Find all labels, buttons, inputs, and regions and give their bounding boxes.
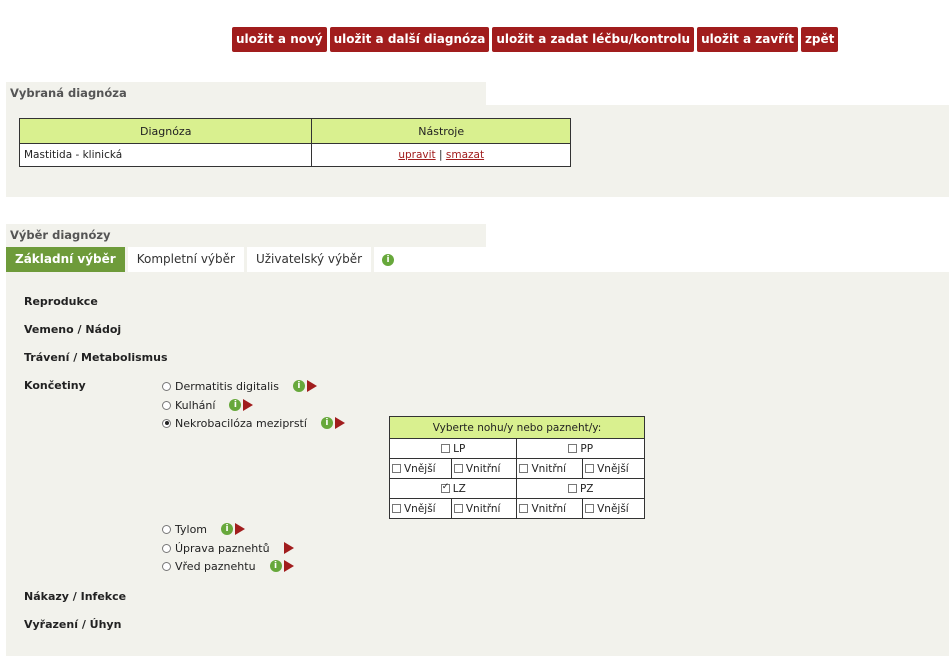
tab-bar: Základní výběr Kompletní výběr Uživatels… (6, 247, 403, 272)
claw-label: Vnější (404, 462, 436, 475)
leg-label: PP (580, 442, 594, 455)
option-uprava-paznehtu[interactable]: Úprava paznehtů (162, 540, 294, 556)
radio-button[interactable] (162, 381, 171, 391)
option-label: Úprava paznehtů (175, 541, 270, 555)
option-label: Kulhání (175, 398, 216, 412)
tab-info[interactable]: i (371, 247, 403, 272)
info-icon[interactable]: i (221, 523, 234, 535)
expand-arrow-icon[interactable] (283, 542, 294, 554)
checkbox[interactable] (585, 464, 595, 473)
expand-arrow-icon[interactable] (235, 523, 246, 535)
option-dermatitis-digitalis[interactable]: Dermatitis digitalis i (162, 378, 317, 394)
info-icon[interactable]: i (229, 399, 242, 411)
claw-pz-vnitrni[interactable]: Vnitřní (516, 498, 584, 519)
radio-button-selected[interactable] (162, 418, 171, 428)
expand-arrow-icon[interactable] (306, 380, 317, 392)
checkbox[interactable] (567, 484, 577, 493)
option-label: Nekrobacilóza meziprstí (175, 416, 307, 430)
info-icon[interactable]: i (292, 380, 305, 392)
info-icon[interactable]: i (320, 417, 333, 429)
tools-cell: upravit | smazat (311, 143, 571, 167)
leg-lz[interactable]: LZ (388, 478, 518, 499)
category-vyrazeni[interactable]: Vyřazení / Úhyn (24, 618, 121, 631)
option-nekrobaciloza[interactable]: Nekrobacilóza meziprstí i (162, 415, 345, 431)
checkbox[interactable] (392, 504, 401, 513)
selected-diagnosis-header: Vybraná diagnóza (6, 82, 486, 105)
claw-label: Vnitřní (465, 502, 501, 515)
claw-label: Vnitřní (465, 462, 501, 475)
tab-user[interactable]: Uživatelský výběr (243, 247, 372, 272)
toolbar: uložit a nový uložit a další diagnóza ul… (232, 27, 839, 52)
checkbox[interactable] (453, 464, 463, 473)
save-treatment-button[interactable]: uložit a zadat léčbu/kontrolu (492, 27, 695, 52)
leg-pp[interactable]: PP (516, 438, 645, 459)
claw-lz-vnejsi[interactable]: Vnější (389, 498, 452, 519)
option-label: Dermatitis digitalis (175, 379, 279, 393)
radio-button[interactable] (162, 400, 171, 410)
claw-pp-vnitrni[interactable]: Vnitřní (516, 458, 584, 479)
claw-lp-vnejsi[interactable]: Vnější (389, 458, 452, 479)
claw-pz-vnejsi[interactable]: Vnější (582, 498, 645, 519)
leg-pz[interactable]: PZ (516, 478, 645, 499)
back-button[interactable]: zpět (800, 27, 839, 52)
claw-pp-vnejsi[interactable]: Vnější (582, 458, 645, 479)
radio-button[interactable] (162, 543, 171, 553)
option-label: Vřed paznehtu (175, 559, 256, 573)
option-vred-paznehtu[interactable]: Vřed paznehtu i (162, 558, 294, 574)
leg-label: LZ (452, 482, 466, 495)
claw-label: Vnější (597, 462, 629, 475)
category-reprodukce[interactable]: Reprodukce (24, 295, 98, 308)
leg-label: PZ (579, 482, 594, 495)
checkbox[interactable] (519, 504, 529, 513)
tab-basic[interactable]: Základní výběr (6, 247, 125, 272)
expand-arrow-icon[interactable] (283, 560, 294, 572)
delete-link[interactable]: smazat (446, 149, 484, 161)
col-diagnosis: Diagnóza (18, 118, 313, 144)
claw-lp-vnitrni[interactable]: Vnitřní (450, 458, 518, 479)
legs-title: Vyberte nohu/y nebo pazneht/y: (389, 416, 645, 439)
separator: | (439, 149, 443, 161)
col-tools: Nástroje (311, 118, 571, 144)
claw-label: Vnější (404, 502, 436, 515)
leg-lp[interactable]: LP (388, 438, 518, 459)
option-tylom[interactable]: Tylom i (162, 521, 246, 537)
checkbox-checked[interactable] (440, 482, 450, 493)
option-label: Tylom (175, 522, 208, 536)
legs-selection-table: Vyberte nohu/y nebo pazneht/y: LP PP Vně… (388, 416, 645, 519)
checkbox[interactable] (519, 464, 529, 473)
save-next-diagnosis-button[interactable]: uložit a další diagnóza (329, 27, 490, 52)
checkbox[interactable] (441, 444, 451, 453)
radio-button[interactable] (162, 561, 171, 571)
category-vemeno[interactable]: Vemeno / Nádoj (24, 323, 121, 336)
radio-button[interactable] (162, 524, 171, 534)
tab-complete[interactable]: Kompletní výběr (124, 247, 244, 272)
save-close-button[interactable]: uložit a zavřít (697, 27, 798, 52)
selected-diagnosis-table: Diagnóza Nástroje Mastitida - klinická u… (18, 118, 571, 167)
category-koncetiny[interactable]: Končetiny (24, 379, 86, 392)
claw-label: Vnitřní (531, 502, 567, 515)
claw-label: Vnitřní (531, 462, 567, 475)
save-new-button[interactable]: uložit a nový (232, 27, 327, 52)
checkbox[interactable] (453, 504, 463, 513)
edit-link[interactable]: upravit (398, 149, 435, 161)
claw-lz-vnitrni[interactable]: Vnitřní (450, 498, 518, 519)
option-kulhani[interactable]: Kulhání i (162, 397, 254, 413)
expand-arrow-icon[interactable] (243, 399, 254, 411)
expand-arrow-icon[interactable] (334, 417, 345, 429)
checkbox[interactable] (568, 444, 578, 453)
diagnosis-choice-header: Výběr diagnózy (6, 224, 486, 247)
claw-label: Vnější (597, 502, 629, 515)
leg-label: LP (453, 442, 466, 455)
diagnosis-cell: Mastitida - klinická (18, 143, 313, 167)
category-traveni[interactable]: Trávení / Metabolismus (24, 351, 168, 364)
checkbox[interactable] (585, 504, 595, 513)
info-icon[interactable]: i (269, 560, 282, 572)
table-row: Mastitida - klinická upravit | smazat (18, 143, 571, 167)
category-nakazy[interactable]: Nákazy / Infekce (24, 590, 126, 603)
info-icon: i (382, 253, 395, 266)
checkbox[interactable] (392, 464, 401, 473)
